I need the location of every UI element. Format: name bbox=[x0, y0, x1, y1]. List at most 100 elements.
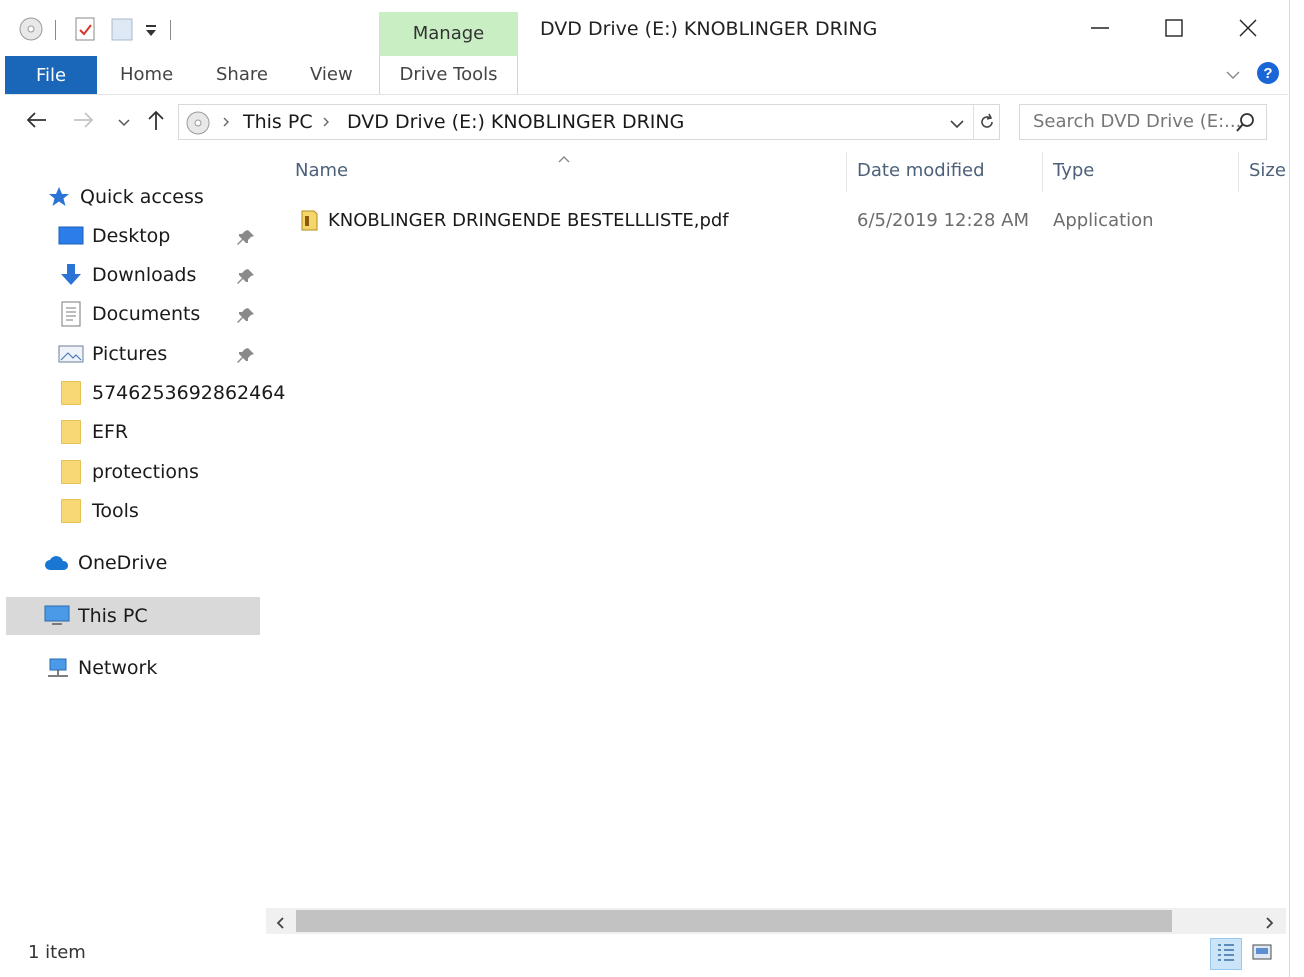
pin-icon[interactable] bbox=[236, 346, 256, 366]
column-divider[interactable] bbox=[1238, 152, 1239, 192]
scroll-left-icon[interactable] bbox=[274, 914, 286, 935]
nav-label: 5746253692862464 bbox=[92, 382, 286, 404]
address-dropdown-icon[interactable] bbox=[949, 115, 965, 136]
nav-label: Network bbox=[78, 657, 158, 679]
properties-icon[interactable] bbox=[73, 16, 97, 47]
dvd-drive-icon[interactable] bbox=[18, 16, 44, 47]
nav-downloads[interactable]: Downloads bbox=[58, 257, 196, 293]
folder-icon bbox=[58, 380, 84, 406]
folder-icon bbox=[58, 419, 84, 445]
tab-manage[interactable]: Manage bbox=[379, 12, 518, 56]
forward-button[interactable] bbox=[70, 108, 98, 136]
breadcrumb-this-pc[interactable]: This PC bbox=[243, 111, 313, 133]
nav-folder-tools[interactable]: Tools bbox=[58, 493, 139, 529]
large-icons-view-button[interactable] bbox=[1246, 938, 1278, 970]
column-header-date-modified[interactable]: Date modified bbox=[857, 160, 985, 181]
refresh-icon[interactable] bbox=[977, 112, 997, 137]
column-divider[interactable] bbox=[846, 152, 847, 192]
status-item-count: 1 item bbox=[28, 942, 86, 963]
breadcrumb-chevron-icon bbox=[321, 114, 331, 135]
search-input[interactable]: Search DVD Drive (E:... bbox=[1019, 104, 1267, 140]
window-title: DVD Drive (E:) KNOBLINGER DRING bbox=[540, 18, 878, 40]
up-button[interactable] bbox=[142, 108, 170, 136]
nav-folder-protections[interactable]: protections bbox=[58, 454, 199, 490]
tab-share[interactable]: Share bbox=[216, 56, 268, 94]
close-icon bbox=[1238, 18, 1258, 43]
address-separator bbox=[973, 105, 974, 139]
document-icon bbox=[58, 301, 84, 327]
customize-toolbar-icon[interactable] bbox=[144, 22, 158, 43]
pin-icon[interactable] bbox=[236, 267, 256, 287]
column-header-name[interactable]: Name bbox=[295, 160, 348, 181]
recent-locations-button[interactable] bbox=[110, 108, 138, 136]
sort-ascending-icon bbox=[557, 148, 571, 169]
tab-view[interactable]: View bbox=[310, 56, 353, 94]
minimize-icon bbox=[1090, 18, 1110, 43]
help-icon[interactable]: ? bbox=[1256, 61, 1280, 90]
network-icon bbox=[44, 655, 70, 681]
tab-home[interactable]: Home bbox=[120, 56, 173, 94]
dvd-drive-icon bbox=[185, 110, 211, 141]
nav-folder-efr[interactable]: EFR bbox=[58, 414, 128, 450]
nav-label: Tools bbox=[92, 500, 139, 522]
nav-this-pc[interactable]: This PC bbox=[44, 598, 148, 634]
breadcrumb-dvd-drive[interactable]: DVD Drive (E:) KNOBLINGER DRING bbox=[347, 111, 684, 133]
forward-arrow-icon bbox=[72, 110, 96, 135]
details-view-button[interactable] bbox=[1210, 938, 1242, 970]
nav-label: Documents bbox=[92, 303, 201, 325]
maximize-icon bbox=[1164, 18, 1184, 43]
nav-desktop[interactable]: Desktop bbox=[58, 218, 170, 254]
expand-ribbon-icon[interactable] bbox=[1224, 66, 1242, 87]
nav-label: Desktop bbox=[92, 225, 171, 247]
scrollbar-thumb[interactable] bbox=[296, 910, 1172, 932]
computer-icon bbox=[44, 603, 70, 629]
column-header-size[interactable]: Size bbox=[1249, 160, 1286, 181]
close-button[interactable] bbox=[1213, 10, 1283, 50]
horizontal-scrollbar[interactable] bbox=[266, 908, 1286, 934]
explorer-window: Manage DVD Drive (E:) KNOBLINGER DRING F… bbox=[0, 0, 1290, 977]
details-view-icon bbox=[1215, 941, 1237, 968]
nav-label: EFR bbox=[92, 421, 129, 443]
file-type: Application bbox=[1053, 210, 1154, 231]
nav-network[interactable]: Network bbox=[44, 650, 157, 686]
cloud-icon bbox=[44, 550, 70, 576]
folder-icon bbox=[58, 459, 84, 485]
star-icon bbox=[46, 184, 72, 210]
toolbar-separator bbox=[55, 20, 56, 40]
back-button[interactable] bbox=[22, 108, 50, 136]
tab-file[interactable]: File bbox=[5, 56, 97, 94]
scroll-right-icon[interactable] bbox=[1264, 914, 1276, 935]
pin-icon[interactable] bbox=[236, 228, 256, 248]
nav-pictures[interactable]: Pictures bbox=[58, 336, 167, 372]
toolbar-separator bbox=[170, 20, 171, 40]
nav-onedrive[interactable]: OneDrive bbox=[44, 545, 167, 581]
nav-label: Pictures bbox=[92, 343, 168, 365]
svg-text:?: ? bbox=[1263, 65, 1272, 82]
maximize-button[interactable] bbox=[1139, 10, 1209, 50]
nav-quick-access[interactable]: Quick access bbox=[46, 179, 204, 215]
desktop-icon bbox=[58, 223, 84, 249]
breadcrumb-chevron-icon bbox=[221, 114, 231, 135]
nav-documents[interactable]: Documents bbox=[58, 296, 200, 332]
address-bar[interactable]: This PC DVD Drive (E:) KNOBLINGER DRING bbox=[178, 104, 1000, 140]
pictures-icon bbox=[58, 341, 84, 367]
search-icon[interactable] bbox=[1234, 112, 1256, 139]
new-folder-icon[interactable] bbox=[110, 16, 134, 47]
file-date-modified: 6/5/2019 12:28 AM bbox=[857, 210, 1030, 231]
nav-label: OneDrive bbox=[78, 552, 168, 574]
column-header-type[interactable]: Type bbox=[1053, 160, 1094, 181]
column-divider[interactable] bbox=[1042, 152, 1043, 192]
up-arrow-icon bbox=[146, 108, 166, 137]
minimize-button[interactable] bbox=[1065, 10, 1135, 50]
download-arrow-icon bbox=[58, 262, 84, 288]
pin-icon[interactable] bbox=[236, 306, 256, 326]
back-arrow-icon bbox=[24, 110, 48, 135]
large-icons-view-icon bbox=[1251, 942, 1273, 967]
nav-label: protections bbox=[92, 461, 199, 483]
file-row[interactable]: KNOBLINGER DRINGENDE BESTELLLISTE,pdf 6/… bbox=[290, 202, 1280, 238]
nav-folder-5746253692862464[interactable]: 5746253692862464 bbox=[58, 375, 285, 411]
tab-drive-tools[interactable]: Drive Tools bbox=[379, 56, 518, 94]
folder-icon bbox=[58, 498, 84, 524]
chevron-down-icon bbox=[117, 112, 131, 133]
search-placeholder: Search DVD Drive (E:... bbox=[1033, 111, 1242, 132]
